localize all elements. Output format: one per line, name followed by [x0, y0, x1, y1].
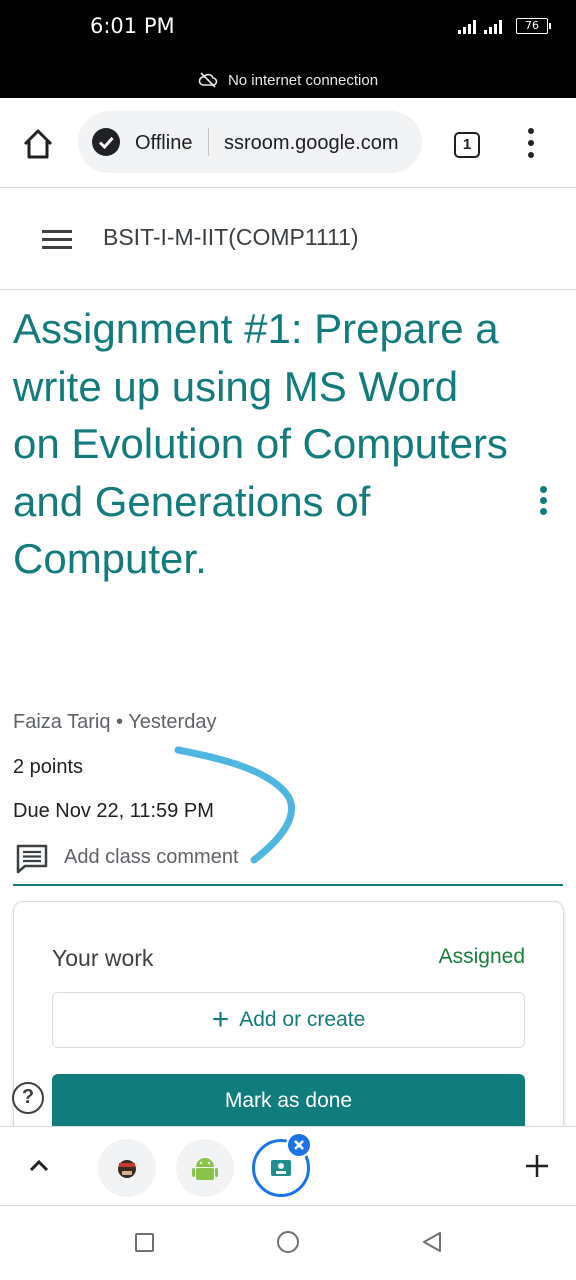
help-icon[interactable]: ? — [12, 1082, 44, 1114]
more-vert-icon[interactable] — [520, 128, 544, 158]
class-name: BSIT-I-M-IIT(COMP1111) — [103, 224, 359, 250]
your-work-title: Your work — [52, 945, 154, 971]
hamburger-icon[interactable] — [42, 230, 72, 250]
comment-icon — [16, 844, 48, 874]
add-class-comment[interactable]: Add class comment — [13, 840, 563, 886]
assignment-title: Assignment #1: Prepare a write up using … — [13, 305, 508, 582]
tab-profile[interactable] — [98, 1139, 156, 1197]
battery-icon: 76 — [516, 18, 551, 34]
back-icon[interactable] — [420, 1230, 444, 1254]
offline-check-icon — [92, 128, 120, 156]
close-icon[interactable] — [286, 1132, 312, 1158]
posted-time: Yesterday — [128, 711, 217, 733]
due-date: Due Nov 22, 11:59 PM — [13, 800, 214, 822]
plus-icon[interactable] — [524, 1153, 550, 1179]
url-divider — [208, 128, 209, 156]
home-icon[interactable] — [20, 126, 56, 162]
home-nav-icon[interactable] — [277, 1231, 299, 1253]
tab-android[interactable] — [176, 1139, 234, 1197]
chevron-up-icon[interactable] — [26, 1153, 52, 1179]
comment-label: Add class comment — [64, 846, 239, 868]
assignment-meta: Faiza Tariq • Yesterday — [13, 711, 216, 734]
browser-toolbar: Offline ssroom.google.com 1 — [0, 98, 576, 188]
cloud-off-icon — [198, 72, 218, 88]
plus-icon: + — [211, 1003, 230, 1036]
status-time: 6:01 PM — [90, 14, 175, 38]
network-notice: No internet connection — [0, 72, 576, 89]
status-badge: Assigned — [438, 945, 525, 968]
meta-separator: • — [116, 711, 124, 733]
screen: 6:01 PM 76 No internet connection Offlin… — [0, 0, 576, 1280]
tab-switcher-button[interactable]: 1 — [454, 132, 480, 158]
mark-as-done-button[interactable]: Mark as done — [52, 1074, 525, 1134]
points: 2 points — [13, 756, 84, 778]
network-notice-text: No internet connection — [227, 72, 379, 89]
class-header: BSIT-I-M-IIT(COMP1111) — [0, 188, 576, 290]
assignment-more-icon[interactable] — [536, 486, 552, 516]
status-bar: 6:01 PM 76 No internet connection — [0, 0, 576, 98]
system-nav-bar — [0, 1206, 576, 1280]
android-icon — [192, 1158, 218, 1180]
recents-icon[interactable] — [135, 1233, 154, 1252]
offline-label: Offline — [135, 132, 193, 154]
url-text[interactable]: ssroom.google.com — [224, 132, 399, 155]
add-or-create-label: Add or create — [239, 1008, 366, 1031]
avatar-icon — [118, 1160, 136, 1178]
address-bar[interactable]: Offline ssroom.google.com — [78, 111, 422, 173]
author-name: Faiza Tariq — [13, 711, 111, 733]
your-work-card: Your work Assigned + Add or create Mark a… — [13, 901, 564, 1161]
add-or-create-button[interactable]: + Add or create — [52, 992, 525, 1048]
